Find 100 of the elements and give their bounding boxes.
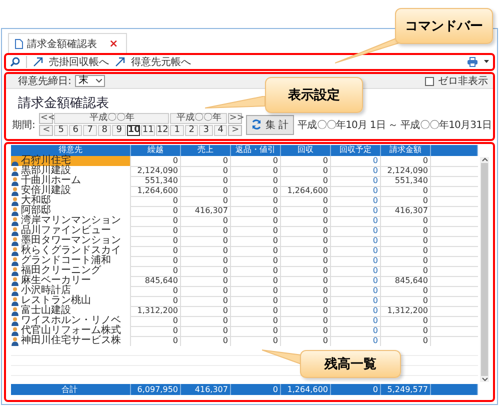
table-cell: 0 xyxy=(231,186,281,197)
caret-icon[interactable] xyxy=(484,60,489,64)
column-header[interactable]: 回収予定 xyxy=(331,145,381,156)
month-button[interactable]: 8 xyxy=(98,125,112,136)
scroll-up-icon[interactable] xyxy=(482,157,488,162)
table-cell: 0 xyxy=(381,196,431,207)
table-cell: 0 xyxy=(331,326,381,337)
column-header[interactable]: 請求金額 xyxy=(381,145,431,156)
total-cell: 6,097,950 xyxy=(131,384,181,395)
scrollbar[interactable] xyxy=(480,157,489,382)
aggregate-button[interactable]: 集 計 xyxy=(246,114,294,134)
total-cell: 0 xyxy=(331,384,381,395)
table-cell: 0 xyxy=(231,206,281,217)
table-cell: 0 xyxy=(281,196,331,207)
table-cell: 1,312,200 xyxy=(381,306,431,317)
table-cell: 0 xyxy=(181,306,231,317)
table-cell: 0 xyxy=(331,166,381,177)
first-button[interactable]: << xyxy=(39,113,54,124)
closing-day-select[interactable]: 末 xyxy=(75,75,106,87)
table-cell: 0 xyxy=(381,296,431,307)
table-cell: 0 xyxy=(331,276,381,287)
printer-icon[interactable] xyxy=(467,57,478,67)
table-cell: 0 xyxy=(381,236,431,247)
customer-cell[interactable]: 神田川住宅サービス株 xyxy=(11,336,131,347)
table-cell: 0 xyxy=(231,236,281,247)
month-button[interactable]: 12 xyxy=(156,125,170,136)
arrow-icon xyxy=(115,57,125,67)
table-cell: 0 xyxy=(281,256,331,267)
table-cell: 0 xyxy=(181,286,231,297)
table-cell: 0 xyxy=(181,186,231,197)
month-button[interactable]: 1 xyxy=(170,125,184,136)
table-cell: 0 xyxy=(231,216,281,227)
table-cell: 551,340 xyxy=(131,176,181,187)
date-range: 平成〇〇年10月 1日 ～ 平成〇〇年10月31日 xyxy=(298,118,492,132)
table-cell: 0 xyxy=(181,176,231,187)
refresh-icon xyxy=(251,119,262,130)
table-cell: 0 xyxy=(231,176,281,187)
scroll-down-icon[interactable] xyxy=(482,377,488,382)
table-cell: 0 xyxy=(381,156,431,167)
table-cell: 0 xyxy=(231,306,281,317)
month-button[interactable]: 9 xyxy=(112,125,126,136)
zero-hide-checkbox[interactable] xyxy=(425,76,434,86)
table-cell: 845,640 xyxy=(381,276,431,287)
callout-pointer xyxy=(205,96,267,110)
table-cell: 0 xyxy=(331,156,381,167)
column-header xyxy=(431,145,478,156)
table-cell: 0 xyxy=(331,266,381,277)
table-cell: 0 xyxy=(181,326,231,337)
table-cell: 0 xyxy=(231,256,281,267)
column-header[interactable]: 売上 xyxy=(181,145,231,156)
month-button[interactable]: 11 xyxy=(141,125,155,136)
table-cell: 0 xyxy=(181,276,231,287)
table-cell: 0 xyxy=(331,306,381,317)
scrollbar-thumb[interactable] xyxy=(481,163,488,376)
total-cell: 1,264,600 xyxy=(281,384,331,395)
close-button[interactable]: × xyxy=(109,37,118,50)
month-button[interactable]: 4 xyxy=(214,125,228,136)
total-cell xyxy=(431,384,478,395)
month-button[interactable]: 5 xyxy=(54,125,68,136)
table-cell: 0 xyxy=(281,176,331,187)
navigation-link[interactable]: 売掛回収帳へ xyxy=(49,55,109,69)
table-cell: 0 xyxy=(131,236,181,247)
table-cell: 0 xyxy=(131,226,181,237)
column-header[interactable]: 繰越 xyxy=(131,145,181,156)
previous-button[interactable]: < xyxy=(39,125,54,136)
table-cell: 0 xyxy=(281,326,331,337)
table-cell: 0 xyxy=(131,266,181,277)
table-cell: 0 xyxy=(181,166,231,177)
column-header[interactable]: 回収 xyxy=(281,145,331,156)
month-button[interactable]: 6 xyxy=(68,125,82,136)
navigation-link[interactable]: 得意先元帳へ xyxy=(131,55,191,69)
table-cell: 0 xyxy=(131,286,181,297)
search-icon[interactable] xyxy=(10,57,20,67)
table-cell: 0 xyxy=(381,256,431,267)
total-cell: 5,249,577 xyxy=(381,384,431,395)
month-button[interactable]: 3 xyxy=(199,125,213,136)
table-cell: 0 xyxy=(131,256,181,267)
customer-cell[interactable]: 富士山建設 xyxy=(11,306,131,317)
table-cell: 0 xyxy=(131,156,181,167)
table-cell: 0 xyxy=(181,256,231,267)
table-cell: 0 xyxy=(131,296,181,307)
filter-label: 得意先締日: xyxy=(18,74,72,88)
table-cell: 0 xyxy=(331,246,381,257)
period-label: 期間: xyxy=(12,118,36,132)
year-header: 平成〇〇年 xyxy=(170,113,228,124)
table-cell: 0 xyxy=(281,246,331,257)
table-cell: 0 xyxy=(181,156,231,167)
table-cell: 0 xyxy=(281,296,331,307)
table-cell: 0 xyxy=(181,296,231,307)
table-cell: 0 xyxy=(381,226,431,237)
column-header[interactable]: 返品・値引 xyxy=(231,145,281,156)
month-button[interactable]: 7 xyxy=(83,125,97,136)
document-tab[interactable]: 請求金額確認表 × xyxy=(8,33,128,53)
table-cell: 0 xyxy=(181,196,231,207)
table-cell: 0 xyxy=(231,276,281,287)
next-button[interactable]: > xyxy=(228,125,242,136)
last-button[interactable]: >> xyxy=(228,113,242,124)
table-cell: 1,264,600 xyxy=(281,186,331,197)
column-header[interactable]: 得意先 xyxy=(11,145,131,156)
month-button[interactable]: 2 xyxy=(184,125,198,136)
